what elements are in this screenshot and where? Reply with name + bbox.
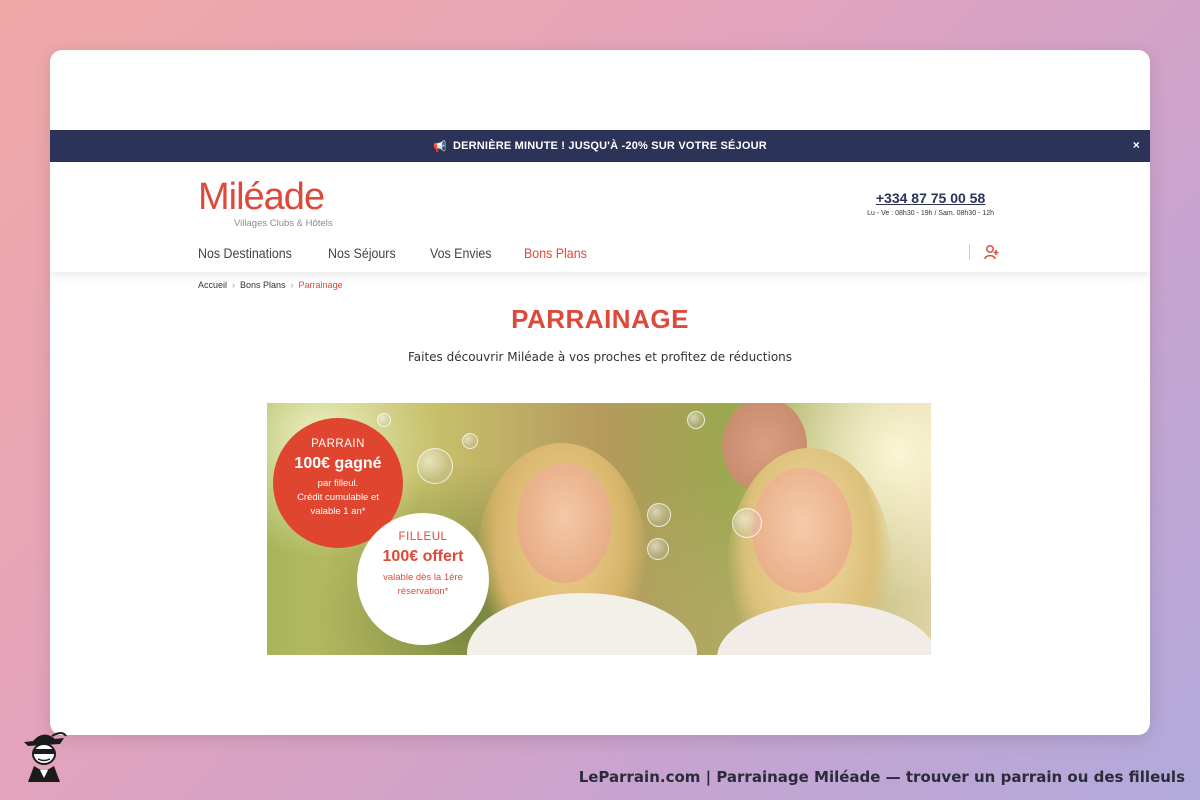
parrain-detail-1: par filleul. [317,478,359,489]
filleul-amount: 100€ offert [382,548,464,565]
promo-text: DERNIÈRE MINUTE ! JUSQU'À -20% SUR VOTRE… [452,140,767,152]
parrain-detail-2: Crédit cumulable et [297,492,379,503]
phone-link[interactable]: +334 87 75 00 58 [867,190,994,206]
filleul-label: FILLEUL [398,531,448,543]
logo[interactable]: Miléade Villages Clubs & Hôtels [198,176,368,232]
chevron-right-icon: › [290,280,294,290]
breadcrumb: Accueil › Bons Plans › Parrainage [198,280,343,290]
user-icon[interactable] [984,244,1000,260]
contact-box: +334 87 75 00 58 Lu - Ve : 08h30 - 19h /… [867,190,994,217]
promo-bar[interactable]: 📢 DERNIÈRE MINUTE ! JUSQU'À -20% SUR VOT… [50,130,1150,162]
bubble-decoration [732,508,762,538]
logo-tagline: Villages Clubs & Hôtels [234,218,333,229]
nav-item-sejours[interactable]: Nos Séjours [328,246,396,261]
referral-banner: PARRAIN 100€ gagné par filleul. Crédit c… [267,403,931,655]
bubble-decoration [462,433,478,449]
main-nav: Nos Destinations Nos Séjours Vos Envies … [198,246,593,261]
filleul-detail-1: valable dès la 1ère [383,572,463,583]
parrain-detail-3: valable 1 an* [310,506,366,517]
mascot-icon [24,732,67,782]
breadcrumb-home[interactable]: Accueil [198,280,227,290]
megaphone-icon: 📢 [433,140,447,153]
parrain-amount: 100€ gagné [294,455,382,472]
bubble-decoration [647,538,669,560]
bubble-decoration [647,503,671,527]
close-icon[interactable]: × [1133,138,1140,152]
nav-item-envies[interactable]: Vos Envies [430,246,491,261]
nav-divider [969,244,970,260]
opening-hours: Lu - Ve : 08h30 - 19h / Sam. 08h30 - 12h [867,210,994,217]
chevron-right-icon: › [232,280,236,290]
breadcrumb-bons-plans[interactable]: Bons Plans [240,280,286,290]
nav-item-bons-plans[interactable]: Bons Plans [524,246,587,261]
banner-photo-woman-right [752,468,852,593]
logo-wordmark: Miléade [198,176,325,218]
page-title: PARRAINAGE [511,304,689,334]
filleul-detail-2: réservation* [397,586,449,597]
bubble-decoration [687,411,705,429]
parrain-label: PARRAIN [311,438,365,450]
footer-caption: LeParrain.com | Parrainage Miléade — tro… [578,768,1185,786]
filleul-offer-badge: FILLEUL 100€ offert valable dès la 1ère … [357,513,489,645]
site-header: Miléade Villages Clubs & Hôtels +334 87 … [50,162,1150,272]
bubble-decoration [417,448,453,484]
browser-window: 📢 DERNIÈRE MINUTE ! JUSQU'À -20% SUR VOT… [50,50,1150,735]
breadcrumb-current: Parrainage [298,280,343,290]
bubble-decoration [377,413,391,427]
banner-photo-woman-left [517,463,612,583]
nav-item-destinations[interactable]: Nos Destinations [198,246,292,261]
page-subtitle: Faites découvrir Miléade à vos proches e… [407,350,793,364]
